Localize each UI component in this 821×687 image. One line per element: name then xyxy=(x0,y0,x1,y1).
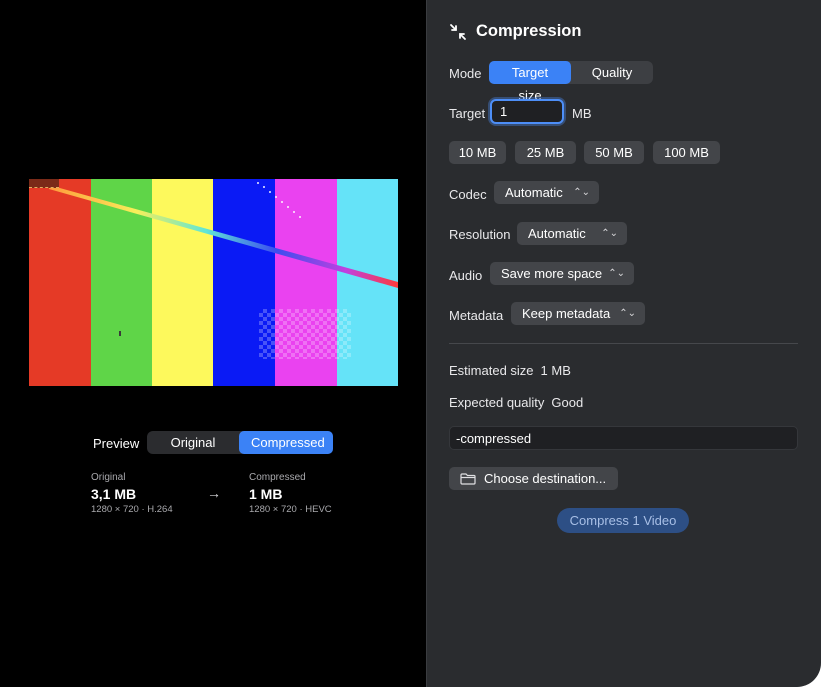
corner-artifact xyxy=(29,179,59,188)
expected-quality-value: Good xyxy=(551,395,584,410)
chevron-updown-icon: ⌃⌄ xyxy=(608,268,625,279)
target-label: Target xyxy=(449,106,486,121)
app-window: Preview Original Compressed Original 3,1… xyxy=(0,0,821,687)
preset-50mb-button[interactable]: 50 MB xyxy=(584,141,644,164)
audio-dropdown[interactable]: Save more space ⌃⌄ xyxy=(490,262,634,285)
preview-label: Preview xyxy=(93,436,140,451)
compress-arrows-icon xyxy=(450,23,466,40)
preset-100mb-button[interactable]: 100 MB xyxy=(653,141,720,164)
chevron-updown-icon: ⌃⌄ xyxy=(601,228,618,239)
panel-header: Compression xyxy=(449,22,581,41)
codec-value: Automatic xyxy=(505,185,563,200)
metadata-label: Metadata xyxy=(449,308,504,323)
folder-icon xyxy=(460,472,476,485)
video-preview xyxy=(29,179,398,386)
section-divider xyxy=(449,343,798,344)
choose-destination-label: Choose destination... xyxy=(484,471,607,486)
arrow-right-icon: → xyxy=(207,485,221,501)
original-size: 3,1 MB xyxy=(91,486,137,502)
codec-dropdown[interactable]: Automatic ⌃⌄ xyxy=(494,181,599,204)
chevron-updown-icon: ⌃⌄ xyxy=(573,187,590,198)
target-size-input[interactable]: 1 xyxy=(490,99,564,124)
compressed-caption: Compressed xyxy=(249,472,306,483)
checker-artifact xyxy=(259,309,351,359)
preview-toggle: Original Compressed xyxy=(147,431,333,454)
resolution-label: Resolution xyxy=(449,227,511,242)
mode-label: Mode xyxy=(449,66,482,81)
compressed-details: 1280 × 720 · HEVC xyxy=(249,504,332,515)
preview-pane: Preview Original Compressed Original 3,1… xyxy=(0,0,426,687)
codec-label: Codec xyxy=(449,187,487,202)
compressed-stats: Compressed 1 MB 1280 × 720 · HEVC xyxy=(249,472,332,515)
original-stats: Original 3,1 MB 1280 × 720 · H.264 xyxy=(91,472,173,515)
estimated-size-value: 1 MB xyxy=(540,363,571,378)
compress-button[interactable]: Compress 1 Video xyxy=(557,508,689,533)
chevron-updown-icon: ⌃⌄ xyxy=(619,308,636,319)
mode-toggle: Target size Quality xyxy=(489,61,653,103)
choose-destination-button[interactable]: Choose destination... xyxy=(449,467,618,490)
preview-compressed-option[interactable]: Compressed xyxy=(239,431,333,454)
metadata-value: Keep metadata xyxy=(522,306,611,321)
metadata-dropdown[interactable]: Keep metadata ⌃⌄ xyxy=(511,302,645,325)
compressed-size: 1 MB xyxy=(249,486,283,502)
audio-value: Save more space xyxy=(501,266,603,281)
preset-10mb-button[interactable]: 10 MB xyxy=(449,141,506,164)
original-details: 1280 × 720 · H.264 xyxy=(91,504,173,515)
estimated-size-label: Estimated size xyxy=(449,363,534,378)
mode-target-size-option[interactable]: Target size xyxy=(489,61,571,103)
resolution-value: Automatic xyxy=(528,226,586,241)
original-caption: Original xyxy=(91,472,126,483)
audio-label: Audio xyxy=(449,268,483,283)
filename-suffix-field[interactable]: -compressed xyxy=(449,426,798,450)
expected-quality-row: Expected quality Good xyxy=(449,395,583,410)
mode-quality-option[interactable]: Quality xyxy=(571,61,653,84)
preset-25mb-button[interactable]: 25 MB xyxy=(515,141,576,164)
target-unit: MB xyxy=(572,106,592,121)
resolution-dropdown[interactable]: Automatic ⌃⌄ xyxy=(517,222,627,245)
expected-quality-label: Expected quality xyxy=(449,395,545,410)
panel-title: Compression xyxy=(476,22,582,40)
estimated-size-row: Estimated size 1 MB xyxy=(449,363,571,378)
preview-original-option[interactable]: Original xyxy=(147,431,239,454)
